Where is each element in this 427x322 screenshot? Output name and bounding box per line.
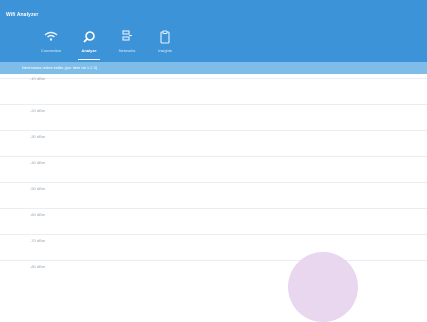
y-axis-label: -80 dBm	[30, 264, 46, 269]
gridline	[0, 260, 427, 261]
y-axis-label: -60 dBm	[30, 212, 46, 217]
networks-icon	[108, 30, 146, 44]
tab-networks-label: Networks	[118, 48, 136, 53]
wifi-icon	[32, 30, 70, 44]
gridline	[0, 130, 427, 131]
gridline	[0, 78, 427, 79]
gridline	[0, 234, 427, 235]
tab-analyze[interactable]: Analyze	[70, 28, 108, 62]
active-tab-indicator	[78, 58, 100, 60]
tab-insights[interactable]: Insights	[146, 28, 184, 62]
search-icon	[70, 30, 108, 44]
app-bar: Wifi Analyzer Connection Analyze Network…	[0, 0, 427, 62]
gridline	[0, 208, 427, 209]
y-axis-label: -40 dBm	[30, 160, 46, 165]
y-axis-label: -70 dBm	[30, 238, 46, 243]
tab-connection[interactable]: Connection	[32, 28, 70, 62]
clipboard-icon	[146, 30, 184, 44]
tab-analyze-label: Analyze	[81, 48, 97, 53]
app-title: Wifi Analyzer	[6, 12, 39, 18]
status-bar: Nenhumas redes estão (por item da 1.2.3)	[0, 62, 427, 74]
floating-action-button[interactable]	[288, 252, 358, 322]
gridline	[0, 182, 427, 183]
tab-insights-label: Insights	[158, 48, 172, 53]
gridline	[0, 104, 427, 105]
tab-bar: Connection Analyze Networks Insights	[32, 28, 184, 62]
tab-networks[interactable]: Networks	[108, 28, 146, 62]
signal-grid: -10 dBm -20 dBm -30 dBm -40 dBm -50 dBm …	[0, 74, 427, 275]
y-axis-label: -50 dBm	[30, 186, 46, 191]
y-axis-label: -30 dBm	[30, 134, 46, 139]
gridline	[0, 156, 427, 157]
y-axis-label: -20 dBm	[30, 108, 46, 113]
y-axis-label: -10 dBm	[30, 76, 46, 81]
status-text: Nenhumas redes estão (por item da 1.2.3)	[22, 65, 98, 70]
tab-connection-label: Connection	[40, 48, 62, 53]
